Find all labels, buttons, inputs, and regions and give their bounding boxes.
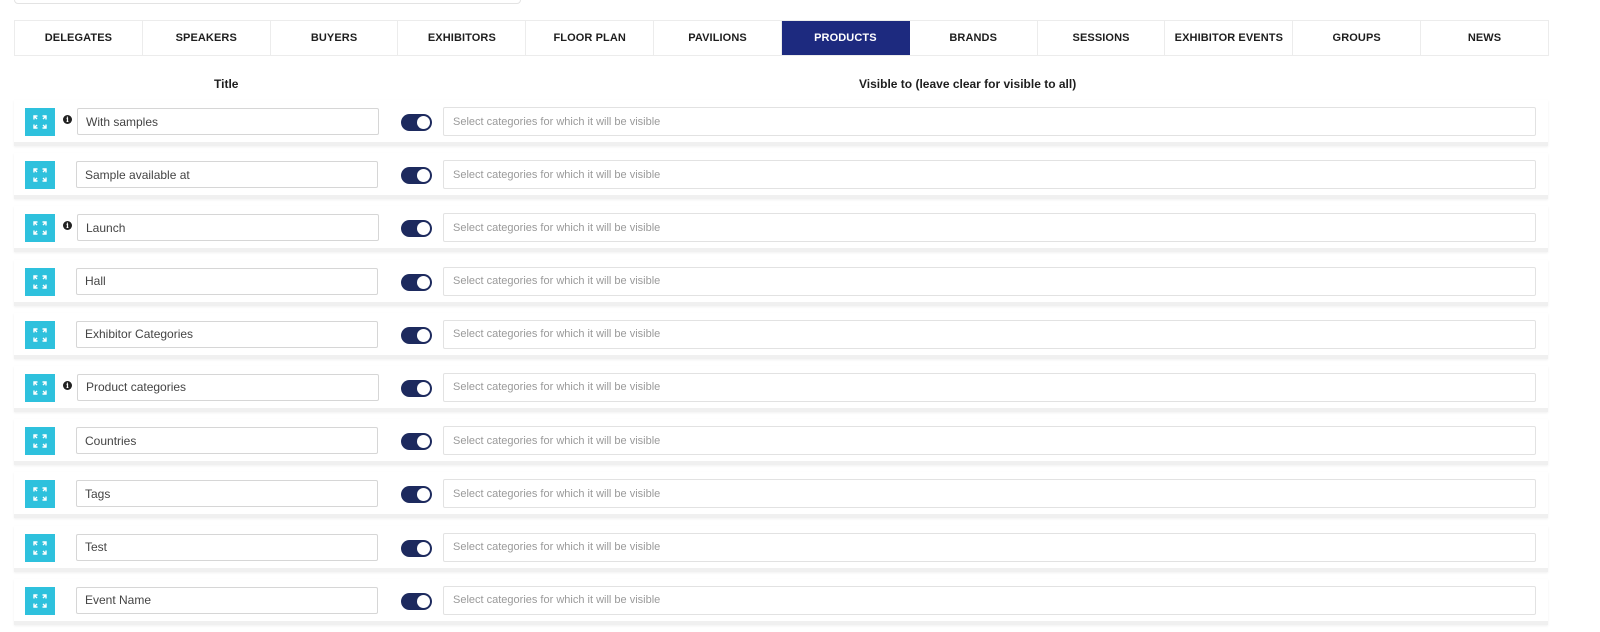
title-input[interactable] bbox=[76, 267, 378, 295]
toggle-knob bbox=[417, 275, 430, 289]
visible-to-select[interactable]: Select categories for which it will be v… bbox=[443, 532, 1536, 562]
field-row: i Select categories for which it will be … bbox=[14, 365, 1548, 412]
drag-handle-icon[interactable] bbox=[25, 320, 55, 349]
title-input[interactable] bbox=[77, 214, 379, 242]
field-row: Select categories for which it will be v… bbox=[14, 472, 1548, 519]
toggle-knob bbox=[417, 541, 430, 555]
drag-handle-icon[interactable] bbox=[25, 214, 55, 243]
tab-products[interactable]: PRODUCTS bbox=[781, 21, 910, 55]
field-row: Select categories for which it will be v… bbox=[14, 153, 1548, 200]
title-input[interactable] bbox=[76, 320, 378, 348]
visible-to-select[interactable]: Select categories for which it will be v… bbox=[443, 319, 1536, 349]
tab-pavilions[interactable]: PAVILIONS bbox=[654, 21, 782, 55]
visibility-toggle[interactable] bbox=[401, 433, 432, 451]
visibility-toggle[interactable] bbox=[401, 326, 432, 344]
field-row: Select categories for which it will be v… bbox=[14, 312, 1548, 359]
tab-speakers[interactable]: SPEAKERS bbox=[143, 21, 271, 55]
toggle-knob bbox=[417, 594, 430, 608]
visibility-toggle[interactable] bbox=[401, 273, 432, 291]
title-input[interactable] bbox=[76, 586, 378, 614]
tab-exhibitor-events[interactable]: EXHIBITOR EVENTS bbox=[1165, 21, 1294, 55]
field-rows: i Select categories for which it will be … bbox=[14, 100, 1548, 632]
toggle-knob bbox=[417, 116, 430, 129]
drag-handle-icon[interactable] bbox=[25, 373, 55, 402]
section-tabs: DELEGATES SPEAKERS BUYERS EXHIBITORS FLOOR P… bbox=[14, 20, 1549, 56]
column-header-title: Title bbox=[214, 77, 239, 91]
field-row: i Select categories for which it will be … bbox=[14, 100, 1548, 146]
tab-news[interactable]: NEWS bbox=[1421, 21, 1548, 55]
tab-exhibitors[interactable]: EXHIBITORS bbox=[398, 21, 527, 55]
drag-handle-icon[interactable] bbox=[25, 267, 55, 296]
toggle-knob bbox=[417, 435, 430, 449]
tab-brands[interactable]: BRANDS bbox=[910, 21, 1038, 55]
field-row: Select categories for which it will be v… bbox=[14, 419, 1548, 466]
visible-to-select[interactable]: Select categories for which it will be v… bbox=[443, 585, 1536, 615]
toggle-knob bbox=[417, 488, 430, 502]
field-row: i Select categories for which it will be … bbox=[14, 206, 1548, 253]
toggle-knob bbox=[417, 169, 430, 183]
visibility-toggle[interactable] bbox=[401, 486, 432, 504]
visible-to-select[interactable]: Select categories for which it will be v… bbox=[443, 107, 1536, 136]
toggle-knob bbox=[417, 222, 430, 236]
toggle-knob bbox=[417, 328, 430, 342]
title-input[interactable] bbox=[76, 480, 378, 508]
field-row: Select categories for which it will be v… bbox=[14, 259, 1548, 306]
visible-to-select[interactable]: Select categories for which it will be v… bbox=[443, 426, 1536, 456]
tab-groups[interactable]: GROUPS bbox=[1293, 21, 1422, 55]
toggle-knob bbox=[417, 381, 430, 395]
drag-handle-icon[interactable] bbox=[25, 586, 55, 615]
visibility-toggle[interactable] bbox=[401, 539, 432, 557]
visible-to-select[interactable]: Select categories for which it will be v… bbox=[443, 213, 1536, 243]
top-search-field[interactable] bbox=[14, 0, 521, 4]
title-input[interactable] bbox=[77, 108, 379, 135]
column-header-visible-to: Visible to (leave clear for visible to a… bbox=[859, 77, 1077, 91]
tab-sessions[interactable]: SESSIONS bbox=[1038, 21, 1166, 55]
field-row: Select categories for which it will be v… bbox=[14, 525, 1548, 572]
visible-to-select[interactable]: Select categories for which it will be v… bbox=[443, 372, 1536, 402]
drag-handle-icon[interactable] bbox=[25, 533, 55, 562]
visibility-toggle[interactable] bbox=[401, 114, 432, 131]
title-input[interactable] bbox=[76, 161, 378, 189]
drag-handle-icon[interactable] bbox=[25, 161, 55, 190]
tab-floor-plan[interactable]: FLOOR PLAN bbox=[526, 21, 655, 55]
visible-to-select[interactable]: Select categories for which it will be v… bbox=[443, 479, 1536, 509]
visible-to-select[interactable]: Select categories for which it will be v… bbox=[443, 266, 1536, 296]
visibility-toggle[interactable] bbox=[401, 592, 432, 610]
info-icon[interactable]: i bbox=[63, 380, 72, 390]
tab-buyers[interactable]: BUYERS bbox=[271, 21, 399, 55]
title-input[interactable] bbox=[76, 533, 378, 561]
drag-handle-icon[interactable] bbox=[25, 108, 55, 136]
info-icon[interactable]: i bbox=[63, 115, 72, 124]
drag-handle-icon[interactable] bbox=[25, 427, 55, 456]
title-input[interactable] bbox=[76, 427, 378, 455]
drag-handle-icon[interactable] bbox=[25, 480, 55, 509]
title-input[interactable] bbox=[77, 373, 379, 401]
info-icon[interactable]: i bbox=[63, 221, 72, 231]
visibility-toggle[interactable] bbox=[401, 220, 432, 238]
visible-to-select[interactable]: Select categories for which it will be v… bbox=[443, 160, 1536, 190]
field-row: Select categories for which it will be v… bbox=[14, 578, 1548, 625]
visibility-toggle[interactable] bbox=[401, 379, 432, 397]
tab-delegates[interactable]: DELEGATES bbox=[15, 21, 143, 55]
visibility-toggle[interactable] bbox=[401, 167, 432, 185]
